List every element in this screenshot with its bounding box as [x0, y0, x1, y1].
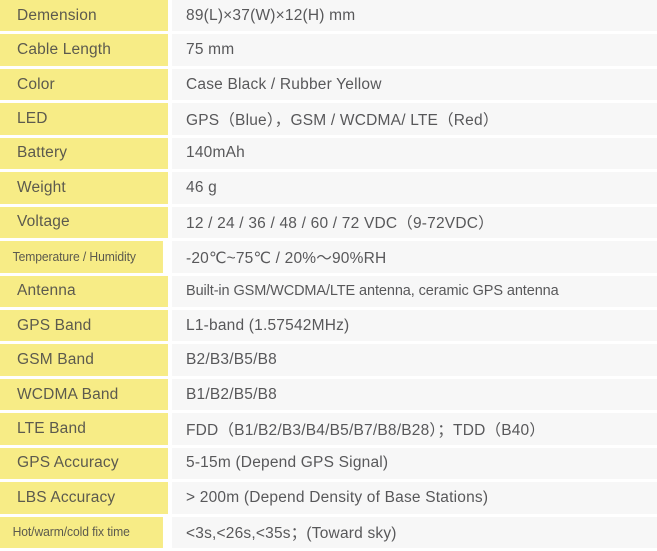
table-row: Antenna Built-in GSM/WCDMA/LTE antenna, c…: [0, 275, 657, 310]
spec-label-cell: LBS Accuracy: [0, 482, 168, 514]
table-row: Battery 140mAh: [0, 137, 657, 173]
spec-value-cell: 140mAh: [172, 137, 657, 170]
spec-label-cell: Demension: [0, 0, 168, 32]
table-row: Voltage 12 / 24 / 36 / 48 / 60 / 72 VDC（9…: [0, 206, 657, 242]
specifications-table: Demension 89(L)×37(W)×12(H) mm Cable Lengt…: [0, 0, 657, 551]
table-row: Weight 46 g: [0, 172, 657, 207]
spec-value-cell: B1/B2/B5/B8: [172, 378, 657, 411]
spec-value-cell: Built-in GSM/WCDMA/LTE antenna, ceramic …: [172, 275, 657, 307]
spec-value-cell: Case Black / Rubber Yellow: [172, 68, 657, 101]
table-row: Hot/warm/cold fix time <3s,<26s,<35s；(Tow…: [0, 516, 657, 551]
table-row: Cable Length 75 mm: [0, 34, 657, 69]
spec-value-cell: > 200m (Depend Density of Base Stations): [172, 482, 657, 514]
table-row: GPS Accuracy 5-15m (Depend GPS Signal): [0, 447, 657, 483]
spec-label-cell: GSM Band: [0, 344, 168, 376]
spec-label-cell: Color: [0, 68, 168, 101]
spec-label-cell: Battery: [0, 137, 168, 170]
spec-value-cell: GPS（Blue），GSM / WCDMA/ LTE（Red）: [172, 103, 657, 135]
table-row: LBS Accuracy > 200m (Depend Density of Ba…: [0, 482, 657, 517]
spec-label-cell: Cable Length: [0, 34, 168, 66]
spec-label-cell: GPS Band: [0, 309, 168, 342]
spec-label-cell: LTE Band: [0, 413, 168, 445]
spec-label-cell: Temperature / Humidity: [0, 241, 163, 273]
table-row: Temperature / Humidity -20℃~75℃ / 20%～90%…: [0, 241, 657, 276]
spec-value-cell: 46 g: [172, 172, 657, 204]
table-row: Color Case Black / Rubber Yellow: [0, 68, 657, 104]
spec-value-cell: FDD（B1/B2/B3/B4/B5/B7/B8/B28）；TDD（B40）: [172, 413, 657, 445]
spec-value-cell: 12 / 24 / 36 / 48 / 60 / 72 VDC（9-72VDC）: [172, 206, 657, 239]
spec-label-cell: Voltage: [0, 206, 168, 239]
spec-label-cell: GPS Accuracy: [0, 447, 168, 480]
spec-value-cell: 89(L)×37(W)×12(H) mm: [172, 0, 657, 32]
spec-value-cell: -20℃~75℃ / 20%～90%RH: [172, 241, 657, 273]
spec-value-cell: 75 mm: [172, 34, 657, 66]
spec-label-cell: WCDMA Band: [0, 378, 168, 411]
spec-label-cell: Weight: [0, 172, 168, 204]
spec-value-cell: <3s,<26s,<35s；(Toward sky): [172, 516, 657, 548]
spec-value-cell: 5-15m (Depend GPS Signal): [172, 447, 657, 480]
table-row: Demension 89(L)×37(W)×12(H) mm: [0, 0, 657, 35]
table-row: WCDMA Band B1/B2/B5/B8: [0, 378, 657, 414]
spec-label-cell: Antenna: [0, 275, 168, 307]
spec-label-cell: LED: [0, 103, 168, 135]
table-row: LED GPS（Blue），GSM / WCDMA/ LTE（Red）: [0, 103, 657, 138]
table-row: LTE Band FDD（B1/B2/B3/B4/B5/B7/B8/B28）；TD…: [0, 413, 657, 448]
spec-value-cell: B2/B3/B5/B8: [172, 344, 657, 376]
table-row: GPS Band L1-band (1.57542MHz): [0, 309, 657, 345]
table-row: GSM Band B2/B3/B5/B8: [0, 344, 657, 379]
spec-label-cell: Hot/warm/cold fix time: [0, 516, 163, 548]
spec-value-cell: L1-band (1.57542MHz): [172, 309, 657, 342]
